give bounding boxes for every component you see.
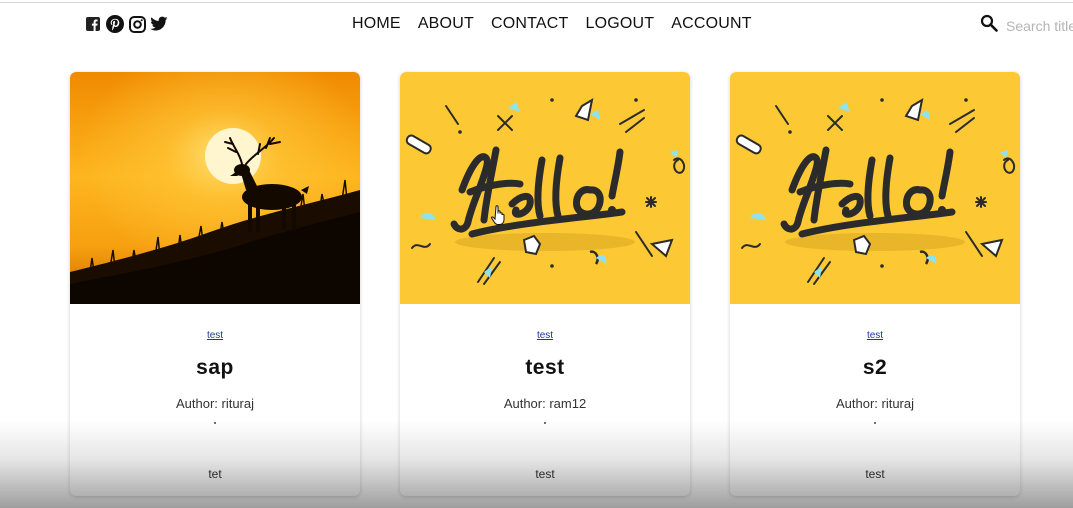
post-excerpt: tet <box>208 467 222 481</box>
post-card[interactable]: test s2 Author: rituraj test <box>730 72 1020 496</box>
nav-about[interactable]: ABOUT <box>418 15 474 33</box>
search-input[interactable] <box>1006 17 1073 34</box>
facebook-icon[interactable] <box>84 15 102 33</box>
post-card[interactable]: test test Author: ram12 test <box>400 72 690 496</box>
post-title: test <box>525 356 565 379</box>
nav-logout[interactable]: LOGOUT <box>585 15 654 33</box>
post-excerpt: test <box>865 467 885 481</box>
hello-illustration[interactable] <box>730 72 1020 304</box>
tag-link[interactable]: test <box>207 330 223 341</box>
post-card[interactable]: test sap Author: rituraj tet <box>70 72 360 496</box>
deer-sunset-photo[interactable] <box>70 72 360 304</box>
search-bar <box>980 14 1073 37</box>
twitter-icon[interactable] <box>150 15 168 33</box>
post-tag: test <box>730 330 1020 341</box>
post-tag: test <box>70 330 360 341</box>
hand-cursor-icon <box>491 205 507 230</box>
separator-dot <box>544 422 546 424</box>
post-excerpt: test <box>535 467 555 481</box>
post-author: Author: rituraj <box>175 396 255 411</box>
search-icon[interactable] <box>980 14 998 37</box>
separator-dot <box>874 422 876 424</box>
tag-link[interactable]: test <box>867 330 883 341</box>
post-author: Author: rituraj <box>835 396 915 411</box>
nav-account[interactable]: ACCOUNT <box>671 15 752 33</box>
post-title: sap <box>196 356 234 379</box>
nav-home[interactable]: HOME <box>352 15 401 33</box>
nav-contact[interactable]: CONTACT <box>491 15 569 33</box>
separator-dot <box>214 422 216 424</box>
post-title: s2 <box>862 356 888 379</box>
tag-link[interactable]: test <box>537 330 553 341</box>
post-author: Author: ram12 <box>503 396 587 411</box>
pinterest-icon[interactable] <box>106 15 124 33</box>
post-tag: test <box>400 330 690 341</box>
main-nav: HOME ABOUT CONTACT LOGOUT ACCOUNT <box>352 15 752 33</box>
instagram-icon[interactable] <box>128 15 146 33</box>
hello-illustration[interactable] <box>400 72 690 304</box>
social-links <box>84 15 168 33</box>
site-header: HOME ABOUT CONTACT LOGOUT ACCOUNT <box>0 3 1073 47</box>
